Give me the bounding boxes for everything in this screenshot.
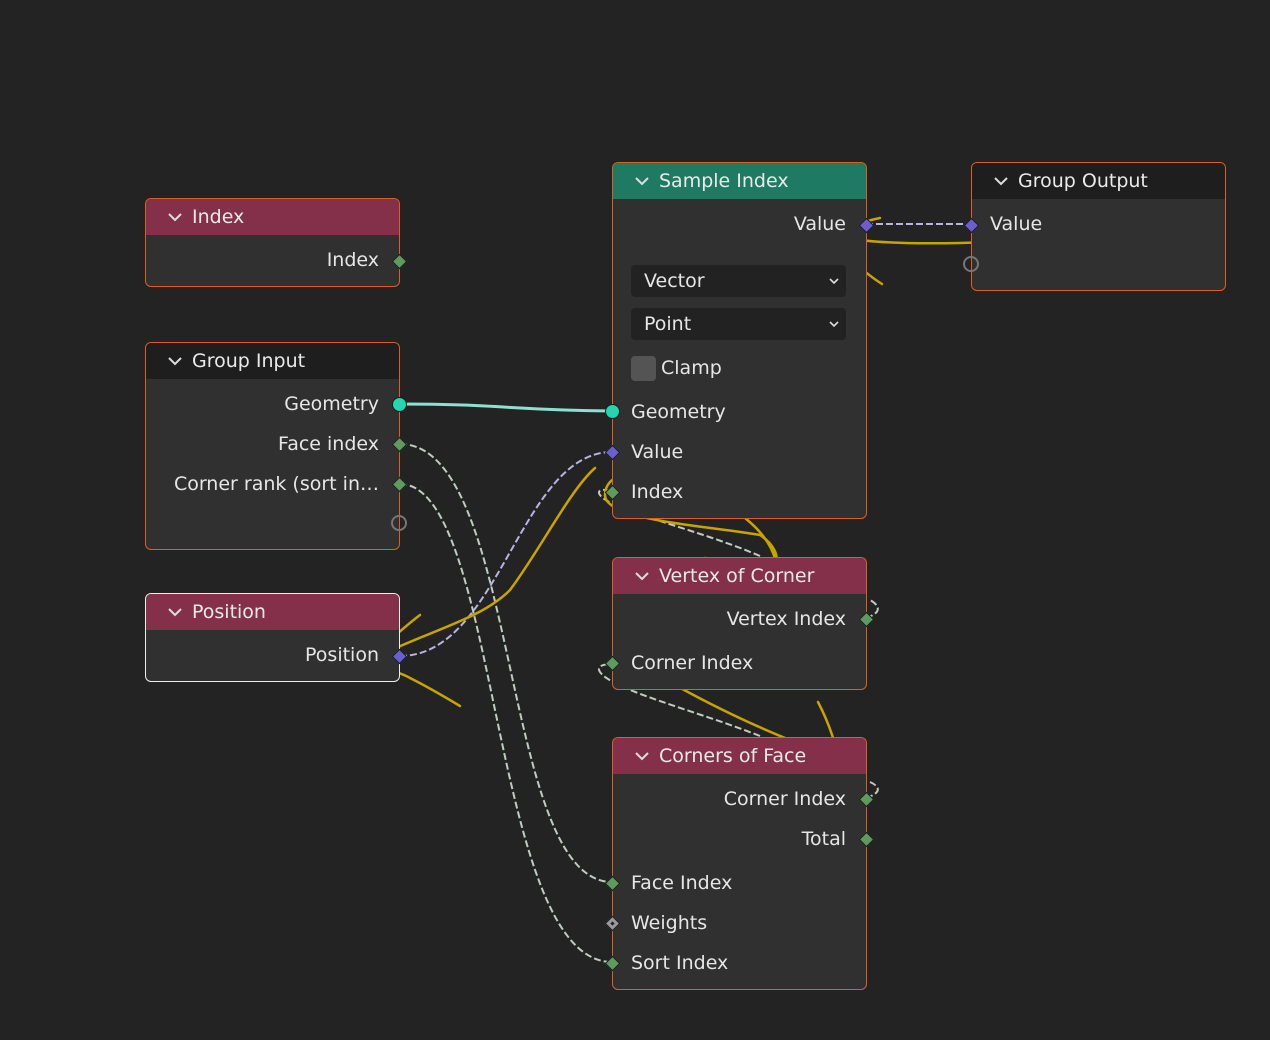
input-socket-empty[interactable] bbox=[963, 256, 979, 272]
input-socket-geometry[interactable] bbox=[605, 404, 620, 419]
dropdown-value: Point bbox=[644, 313, 692, 335]
chevron-down-icon bbox=[829, 321, 839, 328]
input-label: Weights bbox=[631, 912, 708, 934]
clamp-label: Clamp bbox=[661, 357, 722, 379]
output-label: Corner rank (sort in… bbox=[173, 473, 379, 495]
dropdown-value: Vector bbox=[644, 270, 705, 292]
node-corners-of-face[interactable]: Corners of Face Corner Index Total Face … bbox=[604, 737, 875, 990]
output-label: Vertex Index bbox=[726, 608, 846, 630]
chevron-down-icon bbox=[829, 278, 839, 285]
node-header[interactable]: Sample Index bbox=[613, 163, 866, 199]
input-label: Corner Index bbox=[631, 652, 754, 674]
input-label: Value bbox=[990, 213, 1043, 235]
node-title: Corners of Face bbox=[659, 745, 807, 767]
node-header[interactable]: Position bbox=[146, 594, 399, 630]
link-geometry[interactable] bbox=[399, 402, 613, 413]
node-group-input[interactable]: Group Input Geometry Face index Corner r… bbox=[145, 342, 408, 550]
node-title: Index bbox=[192, 206, 245, 228]
chevron-down-icon[interactable] bbox=[164, 206, 186, 228]
input-label: Face Index bbox=[631, 872, 733, 894]
node-index[interactable]: Index Index bbox=[145, 198, 408, 287]
chevron-down-icon[interactable] bbox=[164, 601, 186, 623]
node-position[interactable]: Position Position bbox=[145, 593, 408, 682]
clamp-checkbox[interactable] bbox=[631, 356, 656, 381]
chevron-down-icon[interactable] bbox=[164, 350, 186, 372]
output-label: Geometry bbox=[284, 393, 379, 415]
node-title: Group Output bbox=[1018, 170, 1148, 192]
node-title: Sample Index bbox=[659, 170, 789, 192]
node-header[interactable]: Index bbox=[146, 199, 399, 235]
chevron-down-icon[interactable] bbox=[631, 565, 653, 587]
domain-dropdown[interactable]: Point bbox=[631, 308, 846, 340]
input-label: Geometry bbox=[631, 401, 726, 423]
chevron-down-icon[interactable] bbox=[990, 170, 1012, 192]
node-vertex-of-corner[interactable]: Vertex of Corner Vertex Index Corner Ind… bbox=[604, 557, 875, 690]
output-label: Position bbox=[305, 644, 379, 666]
node-title: Vertex of Corner bbox=[659, 565, 815, 587]
output-label: Value bbox=[793, 213, 846, 235]
node-title: Position bbox=[192, 601, 266, 623]
input-label: Value bbox=[631, 441, 684, 463]
input-label: Sort Index bbox=[631, 952, 729, 974]
output-label: Face index bbox=[278, 433, 379, 455]
output-socket-empty[interactable] bbox=[391, 515, 407, 531]
node-header[interactable]: Corners of Face bbox=[613, 738, 866, 774]
link-corner-rank[interactable] bbox=[399, 483, 613, 963]
input-label: Index bbox=[631, 481, 684, 503]
node-group-output[interactable]: Group Output Value bbox=[963, 162, 1226, 291]
node-header[interactable]: Vertex of Corner bbox=[613, 558, 866, 594]
data-type-dropdown[interactable]: Vector bbox=[631, 265, 846, 297]
node-header[interactable]: Group Output bbox=[972, 163, 1225, 199]
output-socket-geometry[interactable] bbox=[392, 397, 407, 412]
node-title: Group Input bbox=[192, 350, 306, 372]
link-face-index[interactable] bbox=[399, 443, 613, 883]
node-header[interactable]: Group Input bbox=[146, 343, 399, 379]
node-sample-index[interactable]: Sample Index Value Vector Point Clamp Ge… bbox=[604, 162, 875, 519]
chevron-down-icon[interactable] bbox=[631, 745, 653, 767]
chevron-down-icon[interactable] bbox=[631, 170, 653, 192]
output-label: Index bbox=[326, 249, 379, 271]
output-label: Total bbox=[801, 828, 846, 850]
output-label: Corner Index bbox=[723, 788, 846, 810]
